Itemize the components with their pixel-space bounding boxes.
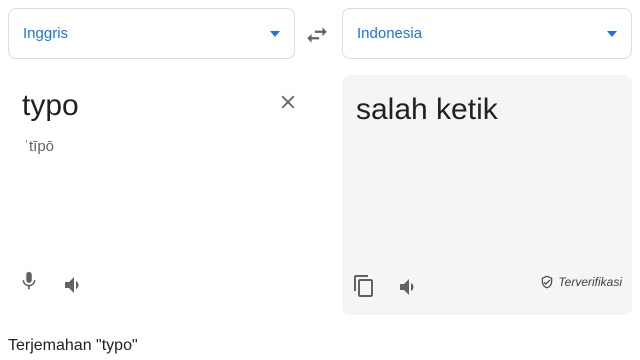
speaker-icon <box>400 279 414 295</box>
swap-icon <box>307 27 327 43</box>
source-text-input[interactable]: typo <box>22 89 79 123</box>
microphone-icon <box>22 271 36 290</box>
source-language-select[interactable]: Inggris <box>8 8 295 59</box>
copy-translation-button[interactable] <box>352 273 376 299</box>
shield-check-icon <box>542 275 553 289</box>
source-transliteration: ˈtīpō <box>24 138 55 155</box>
voice-input-button[interactable] <box>18 269 40 293</box>
swap-languages-button[interactable] <box>304 22 330 48</box>
translation-panel: salah ketik Terverifikasi <box>342 75 632 315</box>
verified-badge[interactable]: Terverifikasi <box>540 275 622 289</box>
copy-icon <box>354 275 373 297</box>
translation-caption: Terjemahan "typo" <box>8 337 138 354</box>
listen-source-button[interactable] <box>62 273 86 297</box>
listen-translation-button[interactable] <box>397 275 421 299</box>
close-icon <box>281 95 295 109</box>
verified-label: Terverifikasi <box>558 275 622 289</box>
speaker-icon <box>65 277 79 293</box>
target-language-label: Indonesia <box>357 25 423 42</box>
chevron-down-icon <box>607 30 617 37</box>
source-panel: typo ˈtīpō <box>8 75 308 315</box>
target-language-select[interactable]: Indonesia <box>342 8 632 59</box>
source-language-label: Inggris <box>23 25 69 42</box>
translation-text: salah ketik <box>356 93 498 126</box>
clear-source-button[interactable] <box>277 91 299 113</box>
chevron-down-icon <box>270 30 280 37</box>
